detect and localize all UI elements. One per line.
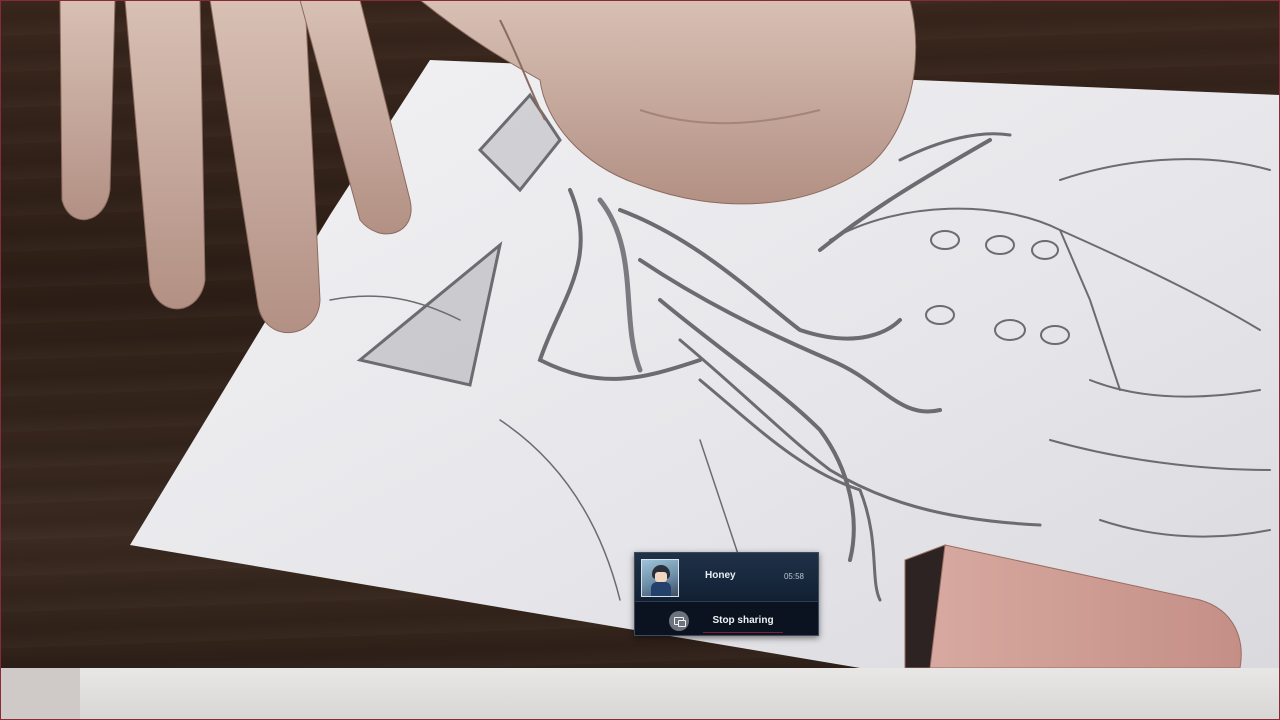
share-user-name: Honey — [705, 570, 736, 581]
screen: Honey 05:58 Stop sharing — [0, 0, 1280, 720]
bottom-edge-left — [0, 668, 80, 720]
stop-share-icon[interactable] — [669, 611, 689, 631]
share-duration: 05:58 — [783, 572, 804, 581]
screen-share-overlay: Honey 05:58 Stop sharing — [634, 552, 819, 636]
user-avatar-icon — [641, 559, 679, 597]
stop-sharing-button[interactable]: Stop sharing — [703, 610, 783, 633]
share-overlay-header: Honey 05:58 — [635, 553, 818, 602]
bottom-edge-paper — [80, 668, 1280, 720]
